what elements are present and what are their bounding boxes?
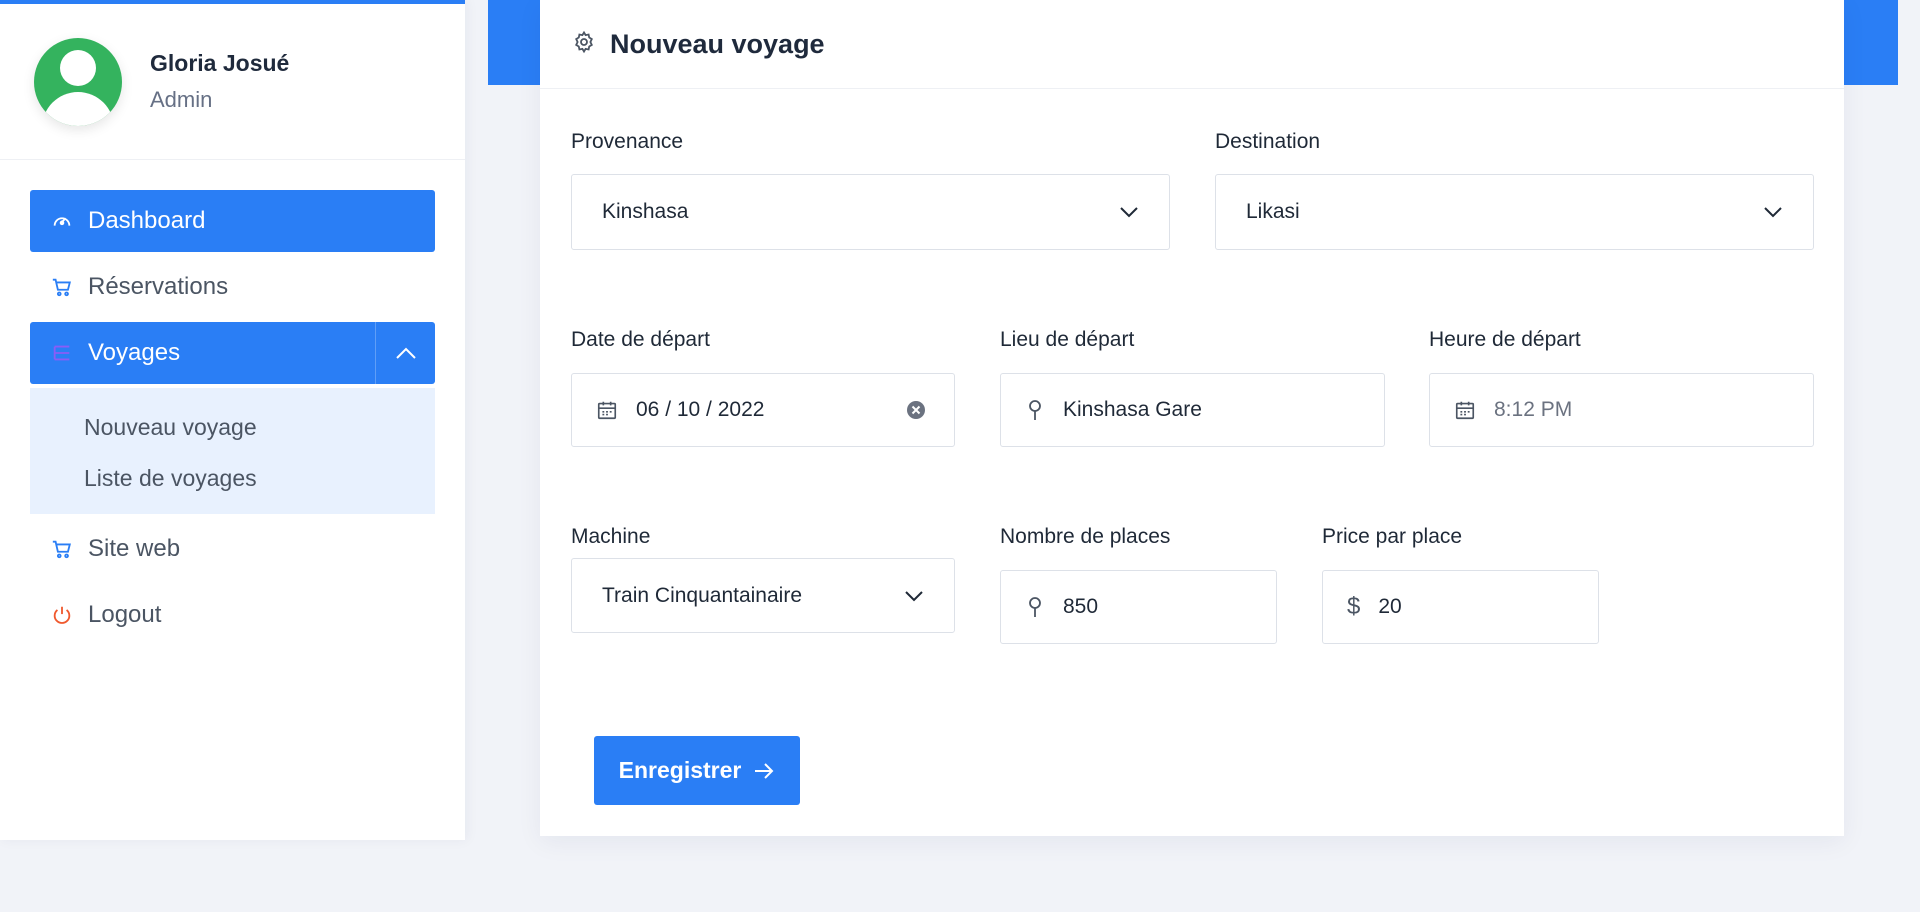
destination-value: Likasi [1246,200,1300,223]
nombre-places-value: 850 [1063,595,1099,618]
machine-select[interactable]: Train Cinquantainaire [571,558,955,633]
destination-select[interactable]: Likasi [1215,174,1814,250]
chevron-down-icon [904,590,924,602]
page-title: Nouveau voyage [610,28,825,59]
user-role: Admin [150,87,213,112]
sidebar-item-label: Logout [88,601,162,628]
header-band-right [1844,0,1898,85]
calendar-icon [596,399,618,421]
machine-value: Train Cinquantainaire [602,583,803,607]
machine-label: Machine [571,525,651,548]
clear-icon[interactable] [906,400,926,420]
gauge-icon [50,209,74,233]
submenu-item-liste-voyages[interactable]: Liste de voyages [84,453,435,504]
sidebar-item-label: Voyages [88,339,181,366]
list-icon [50,341,74,365]
submenu-item-nouveau-voyage[interactable]: Nouveau voyage [84,402,435,453]
calendar-icon [1454,399,1476,421]
sidebar-item-label: Réservations [88,273,229,300]
price-place-input[interactable]: $ 20 [1322,570,1599,644]
heure-depart-placeholder: 8:12 PM [1494,398,1573,421]
provenance-select[interactable]: Kinshasa [571,174,1170,250]
lieu-depart-label: Lieu de départ [1000,328,1135,351]
provenance-label: Provenance [571,130,684,153]
sidebar-item-logout[interactable]: Logout [30,584,435,646]
lieu-depart-input[interactable]: Kinshasa Gare [1000,373,1385,447]
card-header: Nouveau voyage [540,0,1844,89]
heure-depart-label: Heure de départ [1429,328,1581,351]
power-icon [50,603,74,627]
heure-depart-input[interactable]: 8:12 PM [1429,373,1814,447]
lieu-depart-value: Kinshasa Gare [1063,398,1202,421]
price-place-label: Price par place [1322,525,1463,548]
user-name: Gloria Josué [150,50,290,76]
enregistrer-button[interactable]: Enregistrer [594,736,800,805]
sidebar-item-site-web[interactable]: Site web [30,518,435,580]
cart-icon [50,537,74,561]
dollar-icon: $ [1347,593,1361,620]
gear-icon [572,30,596,59]
destination-label: Destination [1215,130,1321,153]
sidebar-item-label: Dashboard [88,207,206,234]
sidebar: Gloria Josué Admin Dashboard Réservation… [0,0,465,840]
map-pin-icon [1025,399,1045,421]
sidebar-item-reservations[interactable]: Réservations [30,256,435,318]
header-band-left [488,0,540,85]
cart-icon [50,275,74,299]
chevron-down-icon [1763,200,1783,224]
voyages-submenu: Nouveau voyage Liste de voyages [30,388,435,514]
date-depart-input[interactable]: 06 / 10 / 2022 [571,373,955,447]
nouveau-voyage-card: Nouveau voyage Provenance Kinshasa Desti… [540,0,1844,836]
price-place-value: 20 [1378,595,1402,618]
provenance-value: Kinshasa [602,200,689,223]
nombre-places-label: Nombre de places [1000,525,1171,548]
map-pin-icon [1025,596,1045,618]
nombre-places-input[interactable]: 850 [1000,570,1277,644]
sidebar-item-dashboard[interactable]: Dashboard [30,190,435,252]
user-profile: Gloria Josué Admin [0,4,465,160]
main-nav: Dashboard Réservations Voyages Nouveau v… [0,160,465,646]
avatar[interactable] [34,37,122,126]
chevron-down-icon [1119,200,1139,224]
date-depart-value: 06 / 10 / 2022 [636,398,765,421]
button-label: Enregistrer [618,757,742,783]
date-depart-label: Date de départ [571,328,710,351]
arrow-right-icon [753,762,775,780]
sidebar-item-voyages[interactable]: Voyages [30,322,435,384]
collapse-toggle[interactable] [375,322,435,384]
sidebar-item-label: Site web [88,535,181,562]
